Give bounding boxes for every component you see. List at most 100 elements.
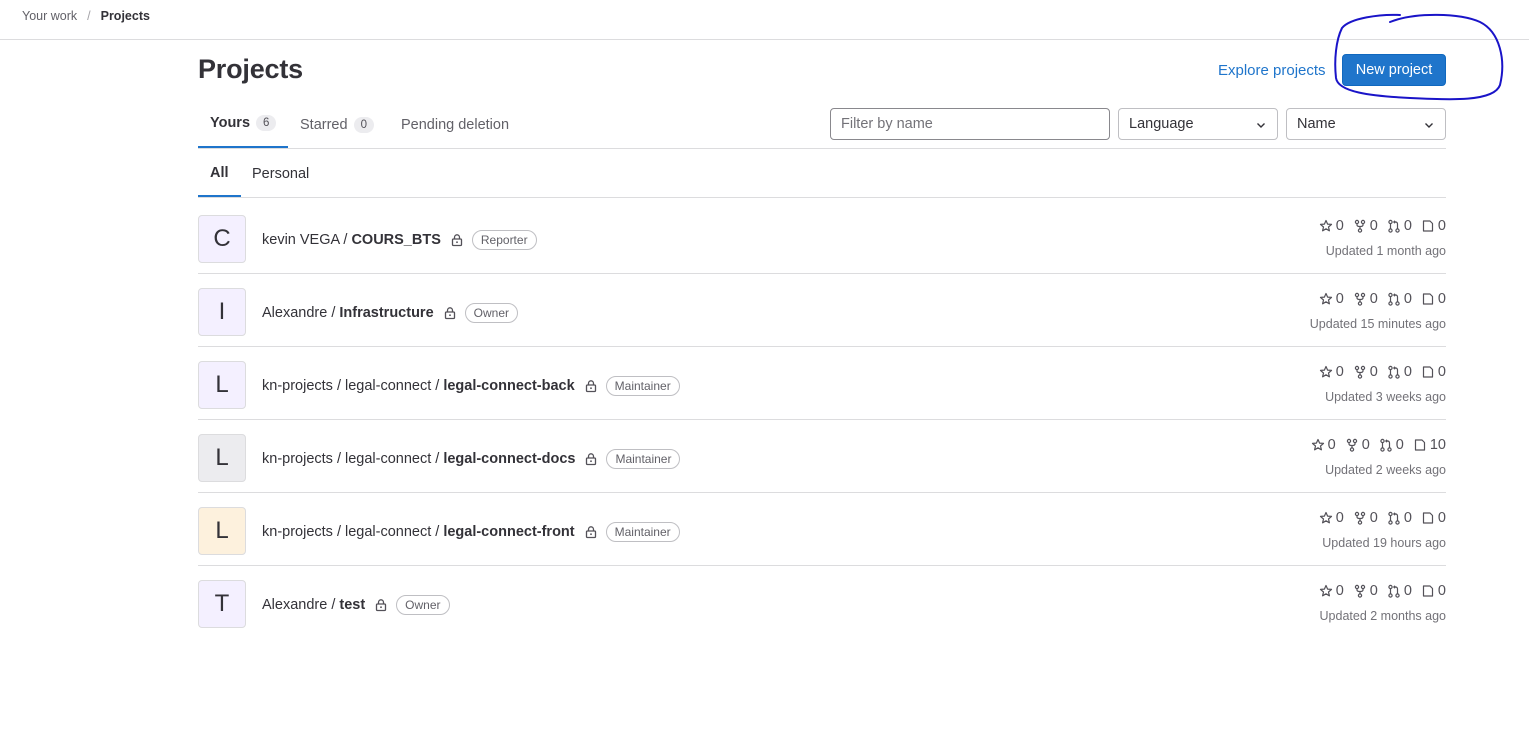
project-stats: 0 0 0 0 bbox=[1310, 218, 1446, 234]
tab-pending-deletion-label: Pending deletion bbox=[401, 116, 510, 133]
project-name-link[interactable]: Alexandre / test Owner bbox=[262, 595, 450, 615]
merge-requests-value: 0 bbox=[1403, 583, 1412, 599]
issues-icon bbox=[1422, 585, 1434, 597]
updated-timestamp: Updated 2 months ago bbox=[1319, 609, 1446, 623]
merge-requests-value: 0 bbox=[1395, 437, 1404, 453]
stars-count[interactable]: 0 bbox=[1319, 510, 1344, 526]
project-avatar[interactable]: T bbox=[198, 580, 246, 628]
forks-value: 0 bbox=[1361, 437, 1370, 453]
merge-requests-value: 0 bbox=[1403, 291, 1412, 307]
merge-requests-count[interactable]: 0 bbox=[1387, 364, 1412, 380]
updated-timestamp: Updated 3 weeks ago bbox=[1325, 390, 1446, 404]
project-name-link[interactable]: kn-projects / legal-connect / legal-conn… bbox=[262, 522, 680, 542]
tab-starred-count: 0 bbox=[353, 116, 374, 133]
issues-count[interactable]: 0 bbox=[1421, 218, 1446, 234]
breadcrumb-your-work[interactable]: Your work bbox=[22, 9, 77, 23]
project-stats: 0 0 0 10 bbox=[1302, 437, 1446, 453]
updated-timestamp: Updated 1 month ago bbox=[1325, 244, 1446, 258]
project-row: L kn-projects / legal-connect / legal-co… bbox=[198, 420, 1446, 493]
star-icon bbox=[1319, 365, 1332, 378]
merge-requests-count[interactable]: 0 bbox=[1379, 437, 1404, 453]
forks-count[interactable]: 0 bbox=[1353, 218, 1378, 234]
issues-icon bbox=[1422, 512, 1434, 524]
project-avatar[interactable]: C bbox=[198, 215, 246, 263]
project-name-link[interactable]: Alexandre / Infrastructure Owner bbox=[262, 303, 518, 323]
stars-count[interactable]: 0 bbox=[1319, 583, 1344, 599]
merge-requests-count[interactable]: 0 bbox=[1387, 510, 1412, 526]
project-avatar[interactable]: L bbox=[198, 507, 246, 555]
role-badge: Owner bbox=[396, 595, 450, 615]
star-icon bbox=[1311, 438, 1324, 451]
project-subtabs: All Personal bbox=[198, 150, 1446, 198]
role-badge: Owner bbox=[464, 303, 518, 323]
issues-count[interactable]: 0 bbox=[1421, 583, 1446, 599]
issues-count[interactable]: 0 bbox=[1421, 291, 1446, 307]
fork-icon bbox=[1346, 438, 1357, 452]
fork-icon bbox=[1354, 219, 1365, 233]
merge-requests-count[interactable]: 0 bbox=[1387, 583, 1412, 599]
project-avatar[interactable]: I bbox=[198, 288, 246, 336]
fork-icon bbox=[1354, 584, 1365, 598]
project-row: C kevin VEGA / COURS_BTS Reporter 0 0 0 bbox=[198, 201, 1446, 274]
project-row: I Alexandre / Infrastructure Owner 0 0 0 bbox=[198, 274, 1446, 347]
project-name: legal-connect-front bbox=[443, 524, 575, 540]
explore-projects-link[interactable]: Explore projects bbox=[1218, 62, 1326, 79]
forks-count[interactable]: 0 bbox=[1353, 583, 1378, 599]
project-namespace: kn-projects / legal-connect / bbox=[262, 524, 440, 540]
merge-request-icon bbox=[1388, 511, 1400, 525]
project-stats: 0 0 0 0 bbox=[1310, 291, 1446, 307]
tab-starred[interactable]: Starred 0 bbox=[288, 100, 386, 149]
merge-requests-count[interactable]: 0 bbox=[1387, 218, 1412, 234]
project-name-link[interactable]: kn-projects / legal-connect / legal-conn… bbox=[262, 376, 680, 396]
chevron-down-icon bbox=[1257, 123, 1265, 128]
forks-count[interactable]: 0 bbox=[1353, 510, 1378, 526]
sort-dropdown[interactable]: Name bbox=[1286, 108, 1446, 140]
stars-value: 0 bbox=[1327, 437, 1336, 453]
project-name: test bbox=[339, 597, 366, 613]
new-project-button[interactable]: New project bbox=[1342, 54, 1446, 86]
tab-pending-deletion[interactable]: Pending deletion bbox=[389, 100, 521, 149]
role-badge: Reporter bbox=[471, 230, 537, 250]
project-namespace: kn-projects / legal-connect / bbox=[262, 451, 440, 467]
lock-icon bbox=[451, 234, 463, 247]
forks-count[interactable]: 0 bbox=[1353, 291, 1378, 307]
language-dropdown[interactable]: Language bbox=[1118, 108, 1278, 140]
issues-value: 10 bbox=[1429, 437, 1446, 453]
merge-request-icon bbox=[1388, 584, 1400, 598]
project-avatar[interactable]: L bbox=[198, 434, 246, 482]
updated-timestamp: Updated 2 weeks ago bbox=[1325, 463, 1446, 477]
forks-count[interactable]: 0 bbox=[1345, 437, 1370, 453]
issues-count[interactable]: 10 bbox=[1413, 437, 1446, 453]
breadcrumb-projects[interactable]: Projects bbox=[101, 9, 150, 23]
issues-icon bbox=[1422, 293, 1434, 305]
role-badge: Maintainer bbox=[605, 522, 680, 542]
stars-count[interactable]: 0 bbox=[1311, 437, 1336, 453]
tab-starred-label: Starred bbox=[300, 116, 348, 133]
stars-count[interactable]: 0 bbox=[1319, 291, 1344, 307]
issues-value: 0 bbox=[1437, 218, 1446, 234]
updated-timestamp: Updated 19 hours ago bbox=[1322, 536, 1446, 550]
stars-count[interactable]: 0 bbox=[1319, 364, 1344, 380]
issues-icon bbox=[1414, 439, 1425, 451]
forks-count[interactable]: 0 bbox=[1353, 364, 1378, 380]
project-name-link[interactable]: kevin VEGA / COURS_BTS Reporter bbox=[262, 230, 537, 250]
project-avatar-initial: C bbox=[213, 225, 231, 252]
project-avatar[interactable]: L bbox=[198, 361, 246, 409]
issues-count[interactable]: 0 bbox=[1421, 510, 1446, 526]
star-icon bbox=[1319, 292, 1332, 305]
tab-yours[interactable]: Yours 6 bbox=[198, 100, 289, 148]
lock-icon bbox=[376, 599, 387, 612]
sort-dropdown-label: Name bbox=[1297, 116, 1336, 132]
chevron-down-icon bbox=[1425, 123, 1433, 128]
language-dropdown-label: Language bbox=[1129, 116, 1194, 132]
subtab-all[interactable]: All bbox=[198, 150, 241, 197]
merge-requests-count[interactable]: 0 bbox=[1387, 291, 1412, 307]
merge-request-icon bbox=[1388, 292, 1400, 306]
merge-request-icon bbox=[1388, 219, 1400, 233]
stars-count[interactable]: 0 bbox=[1319, 218, 1344, 234]
stars-value: 0 bbox=[1335, 364, 1344, 380]
issues-count[interactable]: 0 bbox=[1421, 364, 1446, 380]
filter-by-name-input[interactable] bbox=[830, 108, 1110, 140]
project-name-link[interactable]: kn-projects / legal-connect / legal-conn… bbox=[262, 449, 681, 469]
subtab-personal[interactable]: Personal bbox=[240, 150, 321, 197]
